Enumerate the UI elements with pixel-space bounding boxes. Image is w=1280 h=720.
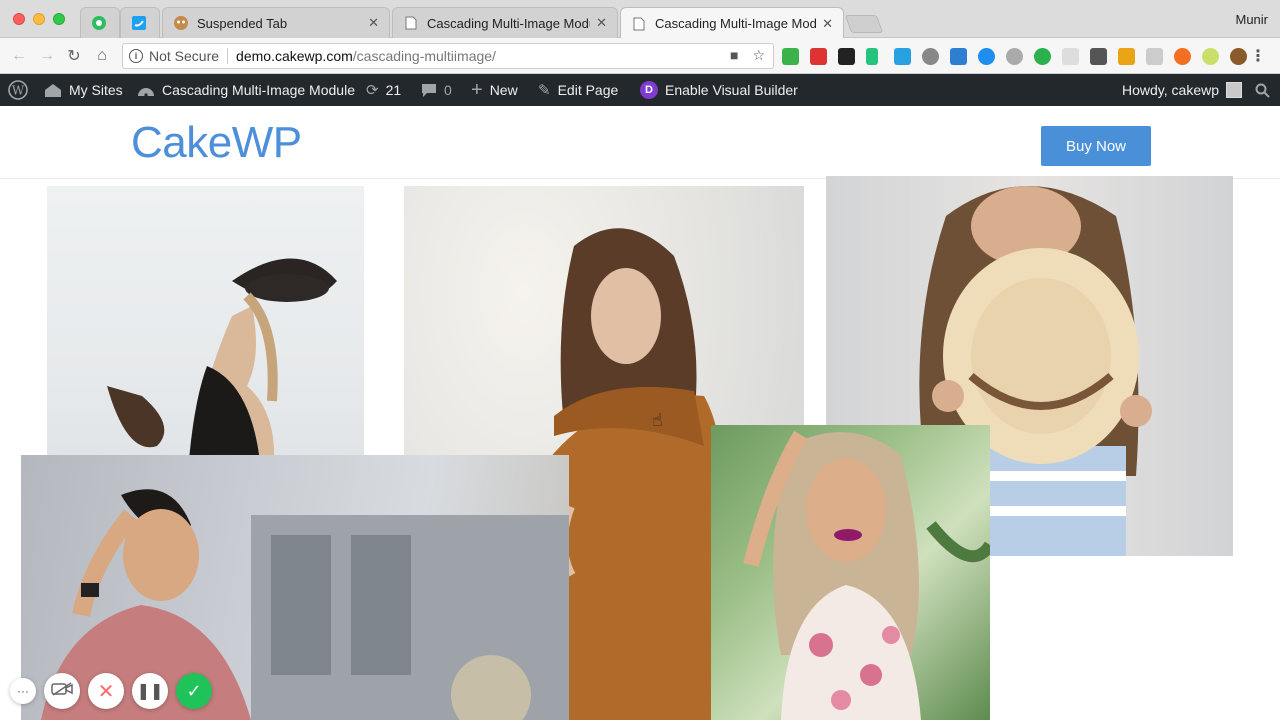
pause-recording-button[interactable]: ❚❚ [132,673,168,709]
howdy-label: Howdy, cakewp [1122,82,1220,98]
url-path: /cascading-multiimage/ [352,48,496,64]
site-name-menu[interactable]: Cascading Multi-Image Module [137,74,355,106]
tab-suspended[interactable]: Suspended Tab ✕ [162,7,390,38]
cancel-recording-button[interactable]: ✕ [88,673,124,709]
divider [227,48,229,64]
url-host: demo.cakewp.com [236,48,353,64]
bookmark-star-icon[interactable]: ☆ [752,47,765,64]
wp-admin-bar: W My Sites Cascading Multi-Image Module … [0,74,1280,106]
my-sites-label: My Sites [69,82,123,98]
edit-page-link[interactable]: ✎ Edit Page [538,74,618,106]
edit-page-label: Edit Page [557,82,619,98]
maximize-window-button[interactable] [53,13,65,25]
page-icon [631,16,647,32]
site-logo[interactable]: CakeWP [131,118,302,168]
back-arrow-icon[interactable]: ← [9,46,29,66]
quote-icon[interactable] [866,48,878,65]
page-icon [403,15,419,31]
extension-icon[interactable] [1202,48,1219,65]
recording-controls: ··· ✕ ❚❚ ✓ [10,673,212,709]
extension-icon[interactable] [1062,48,1079,65]
updates-count: 21 [385,82,402,98]
close-tab-icon[interactable]: ✕ [822,16,833,32]
extension-icon[interactable] [950,48,967,65]
forward-arrow-icon[interactable]: → [37,46,57,66]
avatar [1226,82,1243,98]
globe-icon[interactable] [1006,48,1023,65]
divi-icon: D [640,81,658,99]
extension-icon[interactable] [1090,48,1107,65]
reload-icon[interactable]: ↻ [64,46,84,66]
tab-cascading-module-active[interactable]: Cascading Multi-Image Module ✕ [620,7,844,39]
tab-pinned-twitter[interactable] [120,7,160,38]
more-options-button[interactable]: ··· [10,678,36,704]
dashboard-icon [137,83,155,97]
suspended-icon [173,15,189,31]
image-smiling-woman-with-purple-lipstick [711,425,990,720]
extension-icon[interactable] [894,48,911,65]
tab-cascading-module[interactable]: Cascading Multi-Image Module ✕ [392,7,618,38]
profile-name[interactable]: Munir [1235,12,1268,27]
updates-menu[interactable]: ⟳ 21 [366,74,401,106]
extension-icon[interactable] [1230,48,1247,65]
twitter-icon [131,15,147,31]
crx-icon[interactable] [1146,48,1163,65]
image-woman-with-black-hat [47,186,364,486]
camera-toggle-button[interactable] [44,673,80,709]
site-header: CakeWP Buy Now [0,106,1280,178]
tab-pinned-evernote[interactable] [80,7,120,38]
tab-title: Cascading Multi-Image Module [655,16,817,31]
extension-icon[interactable] [782,48,799,65]
tab-title: Suspended Tab [197,15,288,31]
security-label: Not Secure [149,48,220,64]
comments-count: 0 [444,82,452,98]
account-menu[interactable]: Howdy, cakewp [1122,74,1243,106]
pencil-icon: ✎ [538,82,551,99]
extension-icon[interactable] [1118,48,1135,65]
search-icon [1255,83,1270,98]
wordpress-icon: W [8,80,28,100]
buffer-icon[interactable] [838,48,855,65]
buy-now-button[interactable]: Buy Now [1041,126,1151,166]
visual-builder-link[interactable]: D Enable Visual Builder [640,74,798,106]
close-tab-icon[interactable]: ✕ [368,15,379,31]
extension-icon[interactable] [978,48,995,65]
new-content-menu[interactable]: + New [471,74,518,106]
finish-recording-button[interactable]: ✓ [176,673,212,709]
admin-search[interactable] [1255,74,1270,106]
comments-menu[interactable]: 0 [421,74,452,106]
extension-icon[interactable] [1034,48,1051,65]
my-sites-icon [44,82,62,98]
address-bar[interactable]: i Not Secure demo.cakewp.com/cascading-m… [122,43,774,69]
extension-icon[interactable] [1174,48,1191,65]
info-icon[interactable]: i [129,49,143,63]
tab-title: Cascading Multi-Image Module [427,15,591,31]
close-tab-icon[interactable]: ✕ [596,15,607,31]
extension-icon[interactable] [810,48,827,65]
new-label: New [489,82,518,98]
camera-icon[interactable]: ■ [730,47,738,64]
close-window-button[interactable] [13,13,25,25]
visual-builder-label: Enable Visual Builder [665,82,798,98]
menu-kebab-icon[interactable]: ⋮ [1250,46,1266,66]
new-tab-button[interactable] [844,15,884,33]
browser-tab-strip: Suspended Tab ✕ Cascading Multi-Image Mo… [0,0,1280,39]
my-sites-menu[interactable]: My Sites [44,74,123,106]
site-name-label: Cascading Multi-Image Module [162,82,355,98]
updates-icon: ⟳ [366,82,379,99]
wordpress-logo[interactable]: W [8,74,28,106]
minimize-window-button[interactable] [33,13,45,25]
video-camera-off-icon [51,681,73,701]
home-icon[interactable]: ⌂ [92,46,112,66]
evernote-icon [91,15,107,31]
hand-cursor-icon: ☝ [652,410,663,430]
extension-icon[interactable] [922,48,939,65]
svg-text:W: W [12,84,25,98]
browser-toolbar: ← → ↻ ⌂ i Not Secure demo.cakewp.com/cas… [0,38,1280,74]
plus-icon: + [471,78,483,101]
comment-icon [421,83,437,98]
